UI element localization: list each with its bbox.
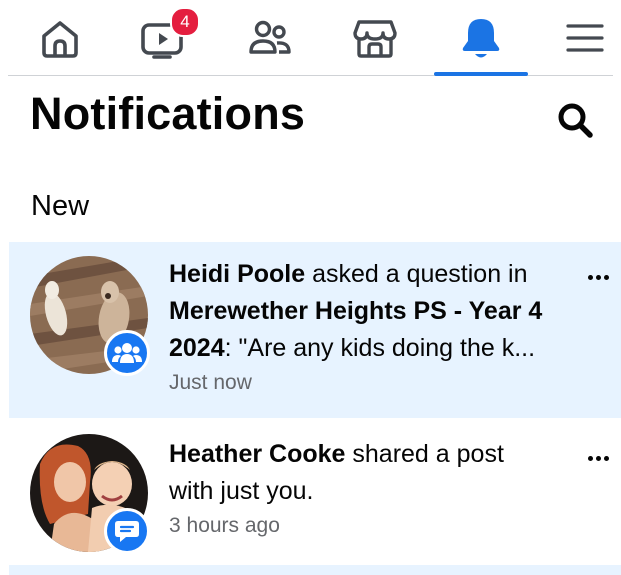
notification-text: Heidi Poole asked a question in Mereweth… (169, 256, 564, 367)
group-icon (112, 343, 142, 363)
bell-icon (462, 19, 500, 58)
actor-name: Heidi Poole (169, 260, 306, 288)
home-icon (42, 21, 78, 58)
notification-time: 3 hours ago (169, 514, 280, 537)
group-name: Merewether Heights PS - Year 4 (169, 297, 543, 325)
question-preview: : "Are any kids doing the k... (224, 334, 536, 362)
more-options-button[interactable] (581, 267, 615, 287)
action-text-continued: with just you. (169, 477, 314, 505)
watch-badge: 4 (170, 7, 200, 37)
search-icon (558, 103, 593, 138)
action-text: asked a question in (305, 260, 528, 288)
top-nav-bar: 4 (0, 0, 621, 76)
message-badge (104, 508, 150, 554)
next-notification-edge (9, 565, 621, 575)
notification-text: Heather Cooke shared a post with just yo… (169, 436, 564, 510)
more-dot-icon (595, 455, 601, 461)
group-name-year: 2024 (169, 334, 225, 362)
action-text: shared a post (345, 440, 504, 468)
menu-icon (566, 24, 604, 52)
nav-marketplace-tab[interactable] (330, 0, 420, 76)
notification-time: Just now (169, 371, 252, 394)
notification-item[interactable]: Heidi Poole asked a question in Mereweth… (9, 242, 621, 418)
active-tab-indicator (434, 72, 528, 76)
more-dot-icon (595, 274, 601, 280)
message-icon (115, 521, 139, 542)
page-title: Notifications (30, 88, 306, 139)
more-options-button[interactable] (581, 448, 615, 468)
notification-item[interactable]: Heather Cooke shared a post with just yo… (9, 418, 621, 565)
marketplace-icon (353, 20, 397, 58)
nav-friends-tab[interactable] (225, 0, 315, 76)
more-dot-icon (603, 455, 609, 461)
actor-name: Heather Cooke (169, 440, 346, 468)
more-dot-icon (587, 274, 593, 280)
section-label-new: New (31, 190, 90, 222)
search-button[interactable] (552, 97, 598, 143)
nav-home-tab[interactable] (15, 0, 105, 76)
nav-notifications-tab[interactable] (436, 0, 526, 76)
avatar (30, 434, 150, 554)
more-dot-icon (603, 274, 609, 280)
avatar (30, 256, 150, 376)
nav-menu-tab[interactable] (540, 0, 621, 76)
friends-icon (249, 20, 291, 54)
group-badge (104, 330, 150, 376)
more-dot-icon (587, 455, 593, 461)
